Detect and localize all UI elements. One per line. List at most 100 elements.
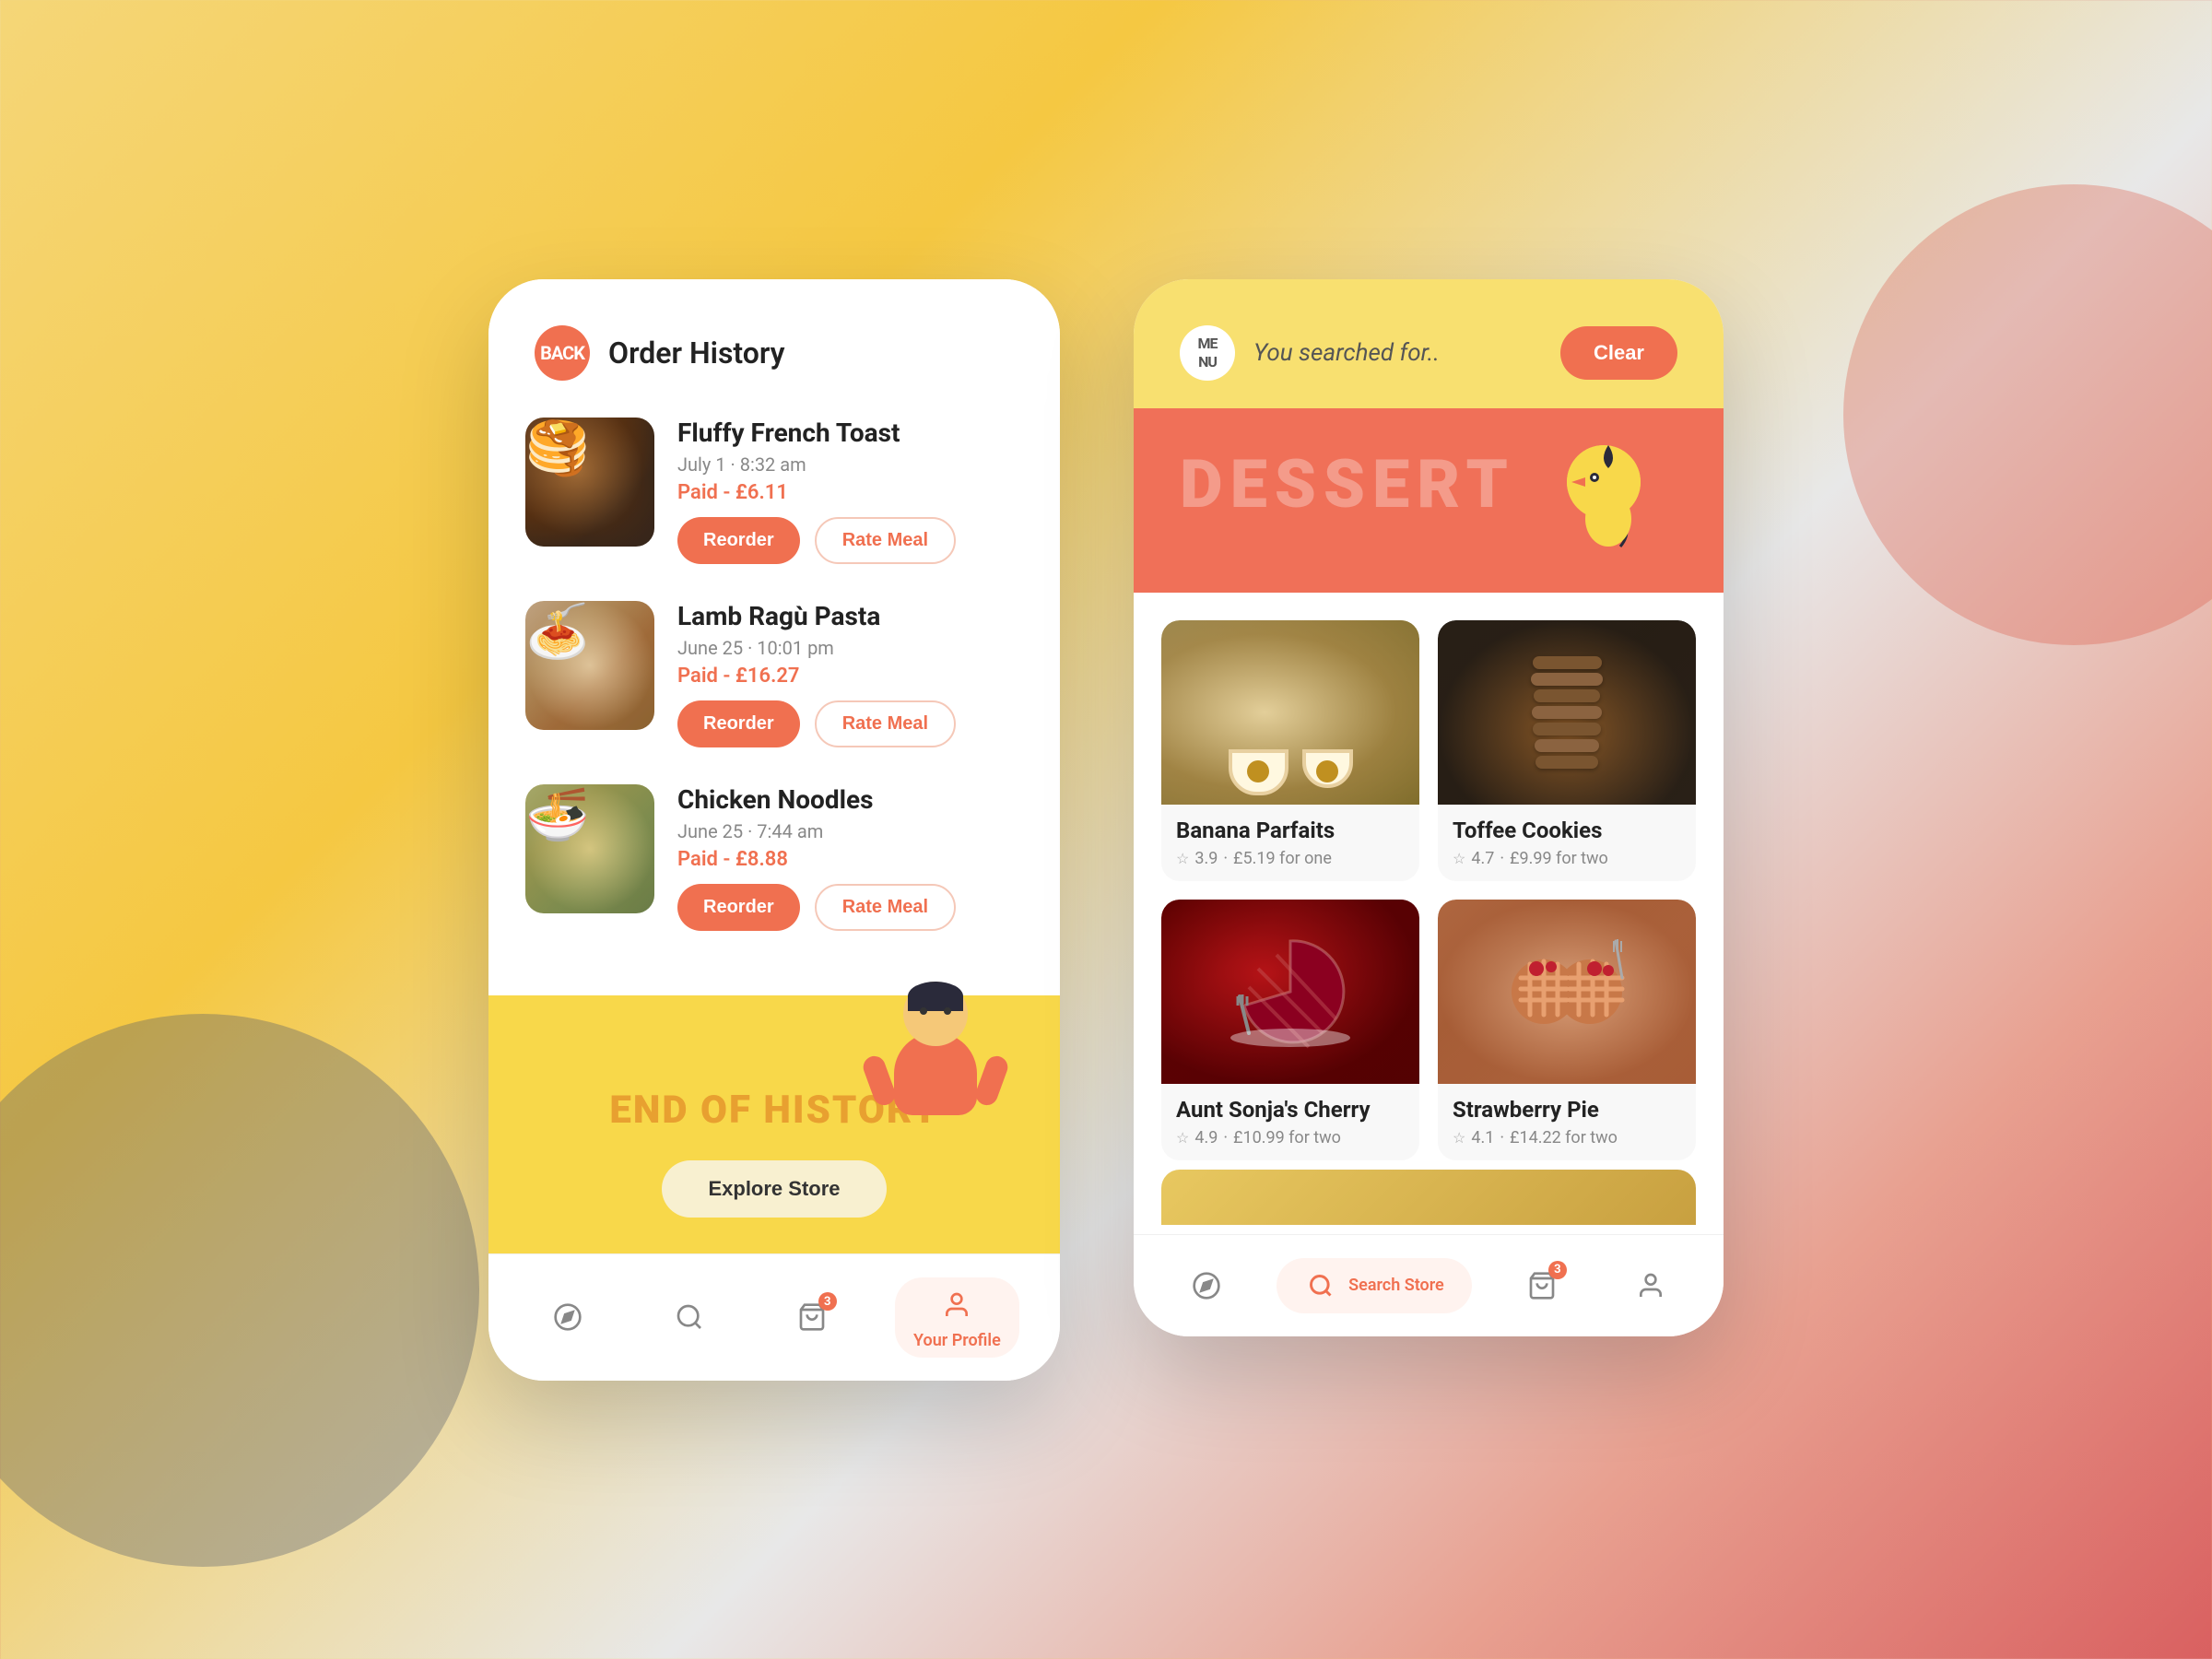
- food-price-strawberry: £14.22 for two: [1510, 1128, 1618, 1147]
- food-price-cherry: £10.99 for two: [1233, 1128, 1341, 1147]
- food-image-chicken-noodles: 🍜: [525, 784, 654, 913]
- explore-store-button[interactable]: Explore Store: [662, 1160, 886, 1218]
- bottom-nav-left: 3 Your Profile: [488, 1253, 1060, 1381]
- order-name-1: Fluffy French Toast: [677, 418, 1023, 448]
- order-name-3: Chicken Noodles: [677, 784, 1023, 815]
- sidebar-item-search[interactable]: [651, 1289, 728, 1345]
- food-rating-strawberry: 4.1: [1471, 1128, 1494, 1147]
- food-price-banana: £5.19 for one: [1233, 849, 1332, 868]
- menu-button[interactable]: MENU: [1180, 325, 1235, 381]
- reorder-button-2[interactable]: Reorder: [677, 700, 800, 747]
- sidebar-item-search-right[interactable]: Search Store: [1277, 1258, 1472, 1313]
- food-card-info-toffee: Toffee Cookies ☆ 4.7 · £9.99 for two: [1438, 805, 1696, 881]
- reorder-button-1[interactable]: Reorder: [677, 517, 800, 564]
- food-card-strawberry-pie[interactable]: Strawberry Pie ☆ 4.1 · £14.22 for two: [1438, 900, 1696, 1160]
- search-icon: [669, 1297, 710, 1337]
- order-info-1: Fluffy French Toast July 1 · 8:32 am Pai…: [677, 418, 1023, 564]
- food-name-cherry: Aunt Sonja's Cherry: [1176, 1097, 1405, 1123]
- order-info-3: Chicken Noodles June 25 · 7:44 am Paid -…: [677, 784, 1023, 931]
- sidebar-item-bag[interactable]: 3: [773, 1289, 851, 1345]
- table-row: 🍜 Chicken Noodles June 25 · 7:44 am Paid…: [525, 784, 1023, 931]
- compass-icon-right: [1186, 1265, 1227, 1306]
- order-info-2: Lamb Ragù Pasta June 25 · 10:01 pm Paid …: [677, 601, 1023, 747]
- end-of-history-section: END OF HISTORY Explore Store: [488, 995, 1060, 1253]
- back-button[interactable]: BACK: [535, 325, 590, 381]
- food-name-strawberry: Strawberry Pie: [1453, 1097, 1681, 1123]
- food-card-info-cherry: Aunt Sonja's Cherry ☆ 4.9 · £10.99 for t…: [1161, 1084, 1419, 1160]
- food-image-strawberry: [1438, 900, 1696, 1084]
- sidebar-item-compass-right[interactable]: [1168, 1258, 1245, 1313]
- order-list: 🥞 Fluffy French Toast July 1 · 8:32 am P…: [488, 408, 1060, 995]
- star-icon: ☆: [1176, 1129, 1189, 1147]
- food-meta-banana: ☆ 3.9 · £5.19 for one: [1176, 849, 1405, 868]
- order-actions-1: Reorder Rate Meal: [677, 517, 1023, 564]
- rate-button-2[interactable]: Rate Meal: [815, 700, 956, 747]
- food-rating-banana: 3.9: [1194, 849, 1218, 868]
- rate-button-3[interactable]: Rate Meal: [815, 884, 956, 931]
- bottom-nav-right: Search Store 3: [1134, 1234, 1724, 1336]
- sidebar-item-profile-right[interactable]: [1612, 1258, 1689, 1313]
- order-date-1: July 1 · 8:32 am: [677, 453, 1023, 476]
- bird-illustration: [1465, 436, 1650, 574]
- food-price-toffee: £9.99 for two: [1510, 849, 1608, 868]
- food-image-cherry: [1161, 900, 1419, 1084]
- food-image-lamb-pasta: 🍝: [525, 601, 654, 730]
- bg-blob-left: [0, 1014, 479, 1567]
- bg-blob-right: [1843, 184, 2212, 645]
- phones-container: BACK Order History 🥞 Fluffy French Toast…: [488, 279, 1724, 1381]
- food-card-cherry-pie[interactable]: Aunt Sonja's Cherry ☆ 4.9 · £10.99 for t…: [1161, 900, 1419, 1160]
- page-title: Order History: [608, 335, 785, 371]
- dessert-banner: DESSERT: [1134, 408, 1724, 593]
- order-paid-3: Paid - £8.88: [677, 848, 1023, 871]
- order-history-header: BACK Order History: [488, 279, 1060, 408]
- star-icon: ☆: [1453, 850, 1465, 867]
- bag-badge: 3: [818, 1292, 837, 1311]
- food-card-toffee-cookies[interactable]: Toffee Cookies ☆ 4.7 · £9.99 for two: [1438, 620, 1696, 881]
- food-image-french-toast: 🥞: [525, 418, 654, 547]
- table-row: 🍝 Lamb Ragù Pasta June 25 · 10:01 pm Pai…: [525, 601, 1023, 747]
- order-date-2: June 25 · 10:01 pm: [677, 637, 1023, 659]
- clear-button[interactable]: Clear: [1560, 326, 1677, 380]
- food-grid: Banana Parfaits ☆ 3.9 · £5.19 for one: [1134, 593, 1724, 1170]
- order-date-3: June 25 · 7:44 am: [677, 820, 1023, 842]
- star-icon: ☆: [1453, 1129, 1465, 1147]
- profile-icon-right: [1630, 1265, 1671, 1306]
- food-card-info-banana: Banana Parfaits ☆ 3.9 · £5.19 for one: [1161, 805, 1419, 881]
- food-rating-toffee: 4.7: [1471, 849, 1494, 868]
- food-meta-cherry: ☆ 4.9 · £10.99 for two: [1176, 1128, 1405, 1147]
- food-meta-strawberry: ☆ 4.1 · £14.22 for two: [1453, 1128, 1681, 1147]
- sidebar-item-compass[interactable]: [529, 1289, 606, 1345]
- phone-right: MENU You searched for.. Clear DESSERT: [1134, 279, 1724, 1336]
- sidebar-item-bag-right[interactable]: 3: [1503, 1258, 1581, 1313]
- food-name-banana: Banana Parfaits: [1176, 818, 1405, 843]
- order-paid-1: Paid - £6.11: [677, 481, 1023, 504]
- profile-icon: [936, 1285, 977, 1325]
- reorder-button-3[interactable]: Reorder: [677, 884, 800, 931]
- search-query-text: You searched for..: [1253, 339, 1560, 367]
- compass-icon: [547, 1297, 588, 1337]
- partial-food-image: [1161, 1170, 1696, 1225]
- food-card-banana-parfaits[interactable]: Banana Parfaits ☆ 3.9 · £5.19 for one: [1161, 620, 1419, 881]
- rate-button-1[interactable]: Rate Meal: [815, 517, 956, 564]
- search-icon-right: [1304, 1269, 1337, 1302]
- order-actions-2: Reorder Rate Meal: [677, 700, 1023, 747]
- food-rating-cherry: 4.9: [1194, 1128, 1218, 1147]
- food-meta-toffee: ☆ 4.7 · £9.99 for two: [1453, 849, 1681, 868]
- bag-badge-right: 3: [1548, 1261, 1567, 1279]
- food-image-banana-parfaits: [1161, 620, 1419, 805]
- bag-icon-right: 3: [1522, 1265, 1562, 1306]
- order-actions-3: Reorder Rate Meal: [677, 884, 1023, 931]
- food-image-toffee: [1438, 620, 1696, 805]
- food-card-info-strawberry: Strawberry Pie ☆ 4.1 · £14.22 for two: [1438, 1084, 1696, 1160]
- table-row: 🥞 Fluffy French Toast July 1 · 8:32 am P…: [525, 418, 1023, 564]
- profile-nav-label: Your Profile: [913, 1331, 1001, 1350]
- character-illustration: [866, 931, 1005, 1115]
- partial-food-row: [1134, 1170, 1724, 1234]
- search-header: MENU You searched for.. Clear: [1134, 279, 1724, 408]
- sidebar-item-profile[interactable]: Your Profile: [895, 1277, 1019, 1358]
- bag-icon: 3: [792, 1297, 832, 1337]
- search-nav-label: Search Store: [1348, 1276, 1444, 1295]
- order-paid-2: Paid - £16.27: [677, 665, 1023, 688]
- phone-left: BACK Order History 🥞 Fluffy French Toast…: [488, 279, 1060, 1381]
- food-name-toffee: Toffee Cookies: [1453, 818, 1681, 843]
